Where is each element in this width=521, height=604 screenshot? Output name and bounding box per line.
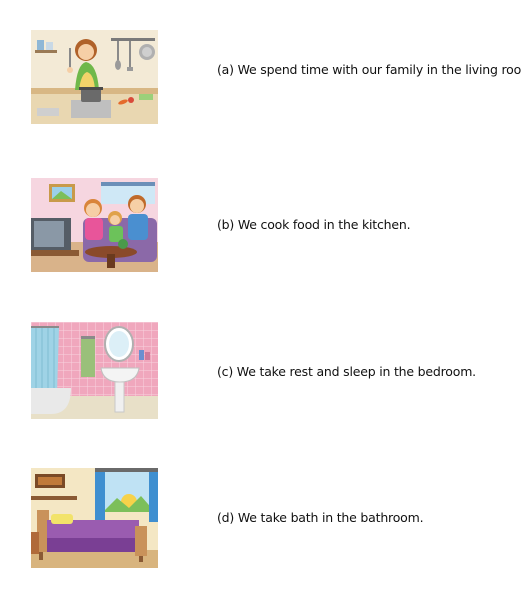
sentence-b: (b) We cook food in the kitchen. [217,217,411,232]
sentence-c: (c) We take rest and sleep in the bedroo… [217,364,476,379]
kitchen-picture [31,30,158,124]
bathroom-picture [31,322,158,419]
living-room-picture [31,178,158,272]
sentence-a: (a) We spend time with our family in the… [217,62,521,77]
bedroom-picture [31,468,158,568]
sentence-d: (d) We take bath in the bathroom. [217,510,424,525]
